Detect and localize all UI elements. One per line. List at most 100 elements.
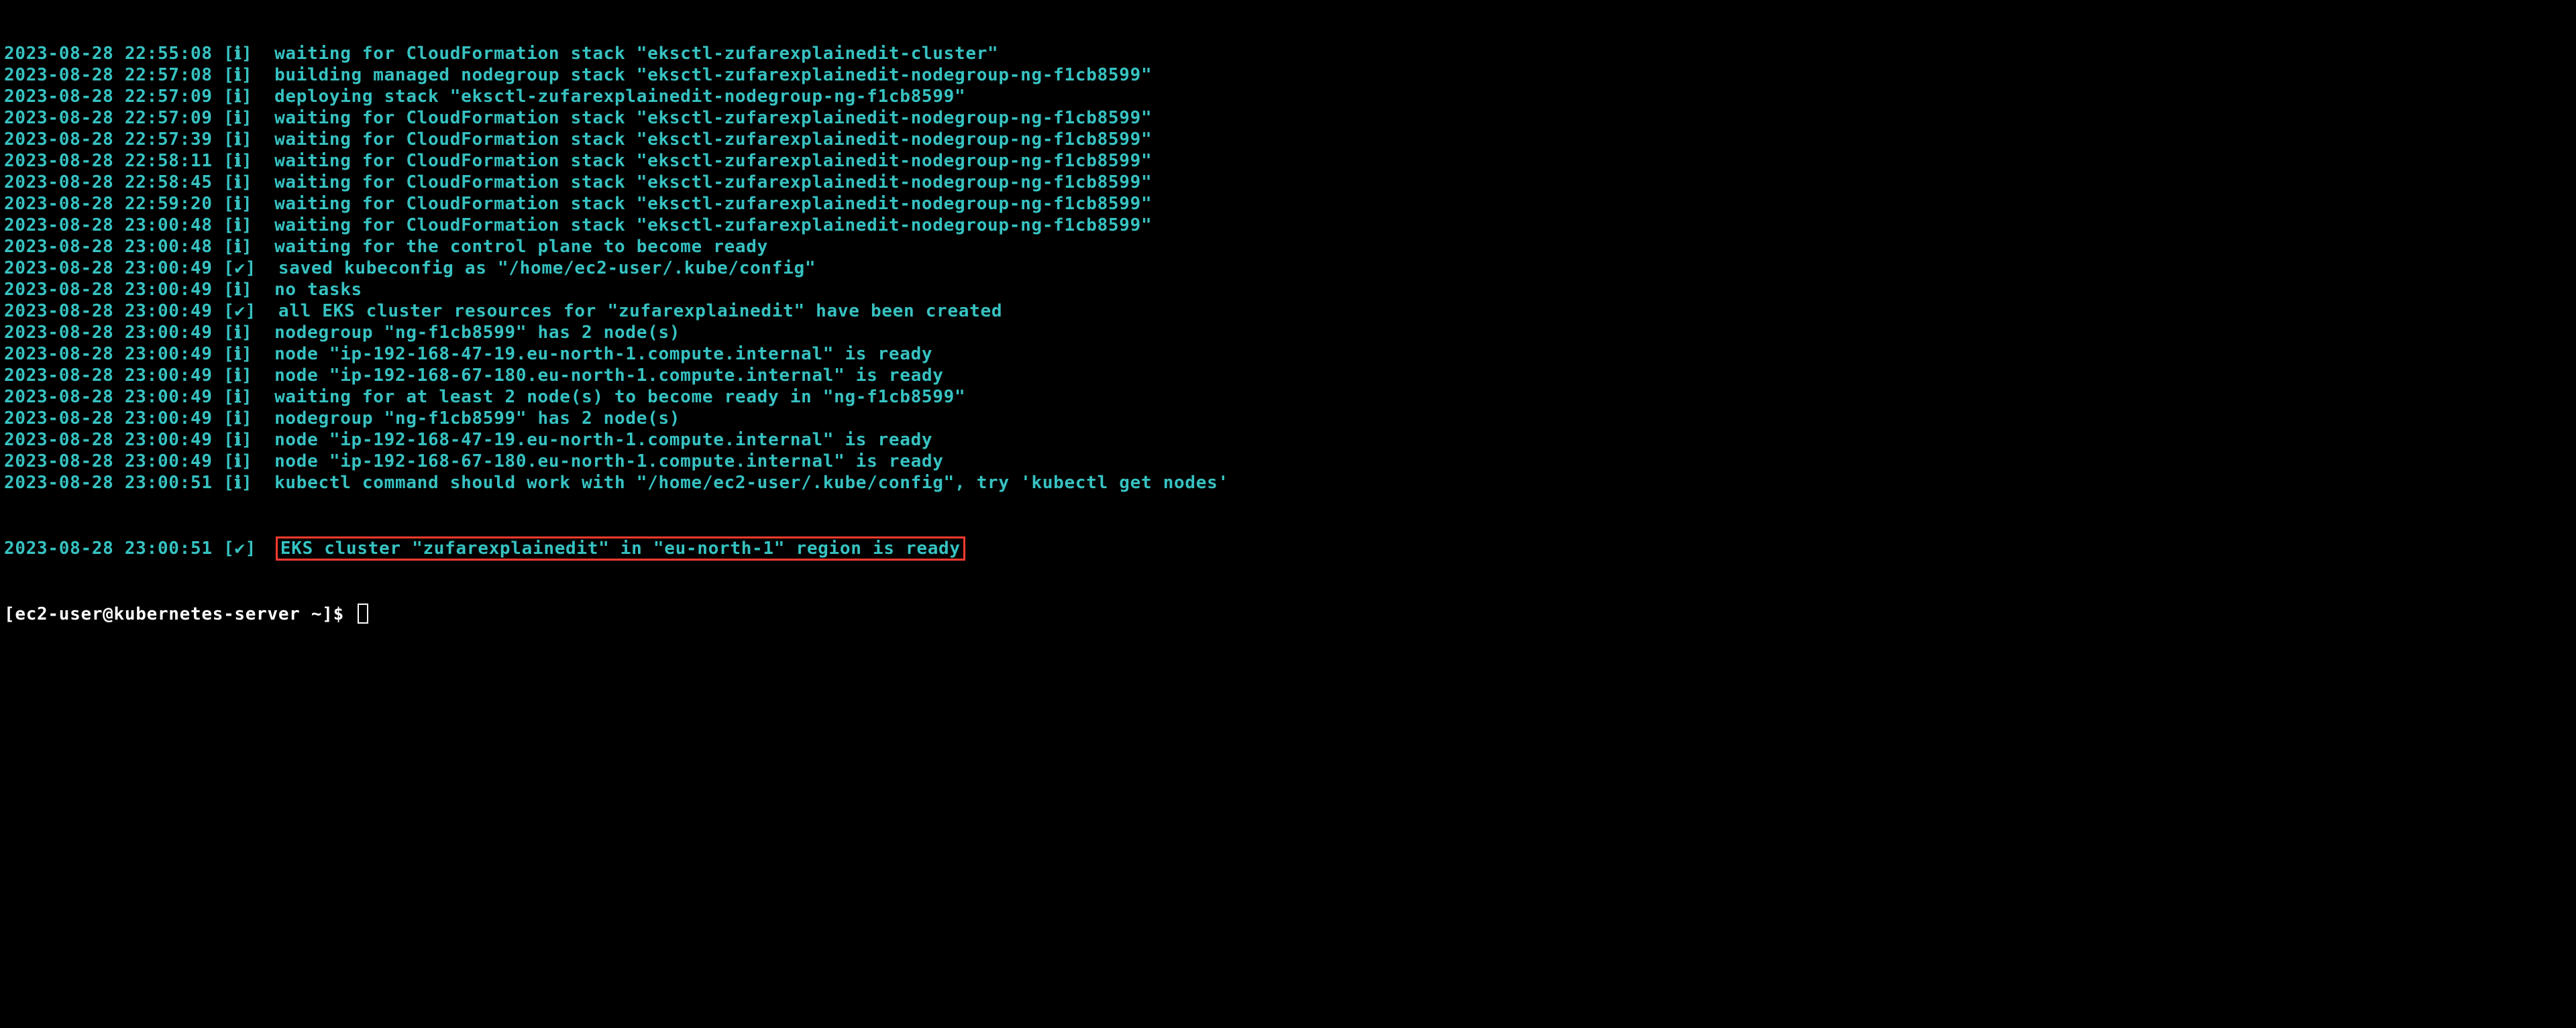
log-line: 2023-08-28 22:57:09 [ℹ] deploying stack … xyxy=(4,86,2572,107)
log-level-bracket: [ xyxy=(213,430,235,450)
log-line: 2023-08-28 23:00:49 [ℹ] nodegroup "ng-f1… xyxy=(4,408,2572,429)
log-message: building managed nodegroup stack "eksctl… xyxy=(252,65,1152,85)
log-line: 2023-08-28 23:00:49 [✔] saved kubeconfig… xyxy=(4,258,2572,279)
log-line: 2023-08-28 22:55:08 [ℹ] waiting for Clou… xyxy=(4,43,2572,64)
log-level: ℹ xyxy=(234,237,241,257)
log-message: waiting for the control plane to become … xyxy=(252,237,768,257)
log-level-bracket: [ xyxy=(213,451,235,471)
log-level-bracket: [ xyxy=(213,387,235,407)
log-level-bracket-close: ] xyxy=(241,87,252,107)
log-level: ✔ xyxy=(234,301,245,321)
log-level-bracket-close: ] xyxy=(246,301,256,321)
log-level: ✔ xyxy=(234,538,245,559)
log-message: node "ip-192-168-47-19.eu-north-1.comput… xyxy=(252,430,932,450)
log-message: nodegroup "ng-f1cb8599" has 2 node(s) xyxy=(252,323,680,343)
log-level-bracket-close: ] xyxy=(241,365,252,386)
log-level-bracket-close: ] xyxy=(246,538,278,559)
log-level-bracket-close: ] xyxy=(241,129,252,150)
log-message: waiting for CloudFormation stack "eksctl… xyxy=(252,44,998,64)
log-message: waiting for CloudFormation stack "eksctl… xyxy=(252,215,1152,235)
log-timestamp: 2023-08-28 22:57:09 xyxy=(4,108,213,128)
log-message: EKS cluster "zufarexplainedit" in "eu-no… xyxy=(280,538,961,559)
log-level-bracket: [ xyxy=(213,280,235,300)
log-timestamp: 2023-08-28 23:00:49 xyxy=(4,344,213,364)
log-level: ℹ xyxy=(234,323,241,343)
log-timestamp: 2023-08-28 23:00:49 xyxy=(4,301,213,321)
log-line: 2023-08-28 23:00:49 [ℹ] node "ip-192-168… xyxy=(4,343,2572,365)
log-lines: 2023-08-28 22:55:08 [ℹ] waiting for Clou… xyxy=(4,43,2572,494)
log-level-bracket: [ xyxy=(213,108,235,128)
log-line: 2023-08-28 23:00:51 [ℹ] kubectl command … xyxy=(4,472,2572,494)
log-message: waiting for at least 2 node(s) to become… xyxy=(252,387,965,407)
log-line: 2023-08-28 22:59:20 [ℹ] waiting for Clou… xyxy=(4,193,2572,215)
log-line: 2023-08-28 23:00:49 [ℹ] node "ip-192-168… xyxy=(4,429,2572,451)
log-level-bracket: [ xyxy=(213,87,235,107)
log-timestamp: 2023-08-28 23:00:51 xyxy=(4,538,213,559)
log-level-bracket: [ xyxy=(213,151,235,171)
log-line: 2023-08-28 22:58:11 [ℹ] waiting for Clou… xyxy=(4,150,2572,172)
log-line: 2023-08-28 23:00:49 [ℹ] nodegroup "ng-f1… xyxy=(4,322,2572,343)
log-level: ℹ xyxy=(234,65,241,85)
log-level-bracket: [ xyxy=(213,172,235,192)
log-timestamp: 2023-08-28 22:57:09 xyxy=(4,87,213,107)
log-line: 2023-08-28 22:57:39 [ℹ] waiting for Clou… xyxy=(4,129,2572,150)
log-level-bracket-close: ] xyxy=(241,408,252,429)
log-message: waiting for CloudFormation stack "eksctl… xyxy=(252,108,1152,128)
log-message: saved kubeconfig as "/home/ec2-user/.kub… xyxy=(256,258,816,278)
log-message: kubectl command should work with "/home/… xyxy=(252,473,1228,493)
log-message: waiting for CloudFormation stack "eksctl… xyxy=(252,194,1152,214)
log-timestamp: 2023-08-28 22:58:45 xyxy=(4,172,213,192)
log-level: ℹ xyxy=(234,344,241,364)
log-line: 2023-08-28 23:00:48 [ℹ] waiting for Clou… xyxy=(4,215,2572,236)
log-level-bracket: [ xyxy=(213,538,235,559)
log-timestamp: 2023-08-28 23:00:49 xyxy=(4,451,213,471)
log-level: ℹ xyxy=(234,387,241,407)
log-level: ℹ xyxy=(234,172,241,192)
log-timestamp: 2023-08-28 23:00:48 xyxy=(4,237,213,257)
log-level-bracket-close: ] xyxy=(241,194,252,214)
log-message: deploying stack "eksctl-zufarexplainedit… xyxy=(252,87,965,107)
log-level: ℹ xyxy=(234,451,241,471)
log-level: ℹ xyxy=(234,430,241,450)
log-level-bracket: [ xyxy=(213,237,235,257)
log-level-bracket-close: ] xyxy=(241,473,252,493)
log-message: waiting for CloudFormation stack "eksctl… xyxy=(252,172,1152,192)
log-level: ✔ xyxy=(234,258,245,278)
shell-prompt: [ec2-user@kubernetes-server ~]$ xyxy=(4,604,355,624)
log-level-bracket-close: ] xyxy=(241,430,252,450)
log-message: no tasks xyxy=(252,280,362,300)
log-line: 2023-08-28 23:00:49 [ℹ] node "ip-192-168… xyxy=(4,365,2572,386)
log-level: ℹ xyxy=(234,408,241,429)
log-timestamp: 2023-08-28 23:00:51 xyxy=(4,473,213,493)
log-level: ℹ xyxy=(234,194,241,214)
shell-prompt-line[interactable]: [ec2-user@kubernetes-server ~]$ xyxy=(4,604,2572,625)
log-timestamp: 2023-08-28 23:00:49 xyxy=(4,408,213,429)
log-level: ℹ xyxy=(234,473,241,493)
log-level-bracket: [ xyxy=(213,408,235,429)
highlighted-log-line: 2023-08-28 23:00:51 [✔] EKS cluster "zuf… xyxy=(4,536,2572,561)
log-message: node "ip-192-168-47-19.eu-north-1.comput… xyxy=(252,344,932,364)
log-timestamp: 2023-08-28 23:00:49 xyxy=(4,365,213,386)
highlight-box: EKS cluster "zufarexplainedit" in "eu-no… xyxy=(276,536,965,561)
log-message: waiting for CloudFormation stack "eksctl… xyxy=(252,151,1152,171)
log-line: 2023-08-28 23:00:49 [ℹ] node "ip-192-168… xyxy=(4,451,2572,472)
log-level-bracket-close: ] xyxy=(241,323,252,343)
log-level: ℹ xyxy=(234,365,241,386)
log-level: ℹ xyxy=(234,44,241,64)
log-message: nodegroup "ng-f1cb8599" has 2 node(s) xyxy=(252,408,680,429)
log-level-bracket-close: ] xyxy=(241,44,252,64)
log-level-bracket-close: ] xyxy=(241,172,252,192)
log-level-bracket: [ xyxy=(213,44,235,64)
cursor-icon xyxy=(358,604,368,624)
log-level-bracket-close: ] xyxy=(241,387,252,407)
log-level-bracket-close: ] xyxy=(246,258,256,278)
log-level-bracket-close: ] xyxy=(241,151,252,171)
log-level-bracket-close: ] xyxy=(241,108,252,128)
log-line: 2023-08-28 23:00:49 [✔] all EKS cluster … xyxy=(4,300,2572,322)
log-level-bracket-close: ] xyxy=(241,65,252,85)
terminal-output[interactable]: 2023-08-28 22:55:08 [ℹ] waiting for Clou… xyxy=(0,0,2576,646)
log-level: ℹ xyxy=(234,87,241,107)
log-level-bracket-close: ] xyxy=(241,215,252,235)
log-timestamp: 2023-08-28 23:00:49 xyxy=(4,387,213,407)
log-level-bracket-close: ] xyxy=(241,344,252,364)
